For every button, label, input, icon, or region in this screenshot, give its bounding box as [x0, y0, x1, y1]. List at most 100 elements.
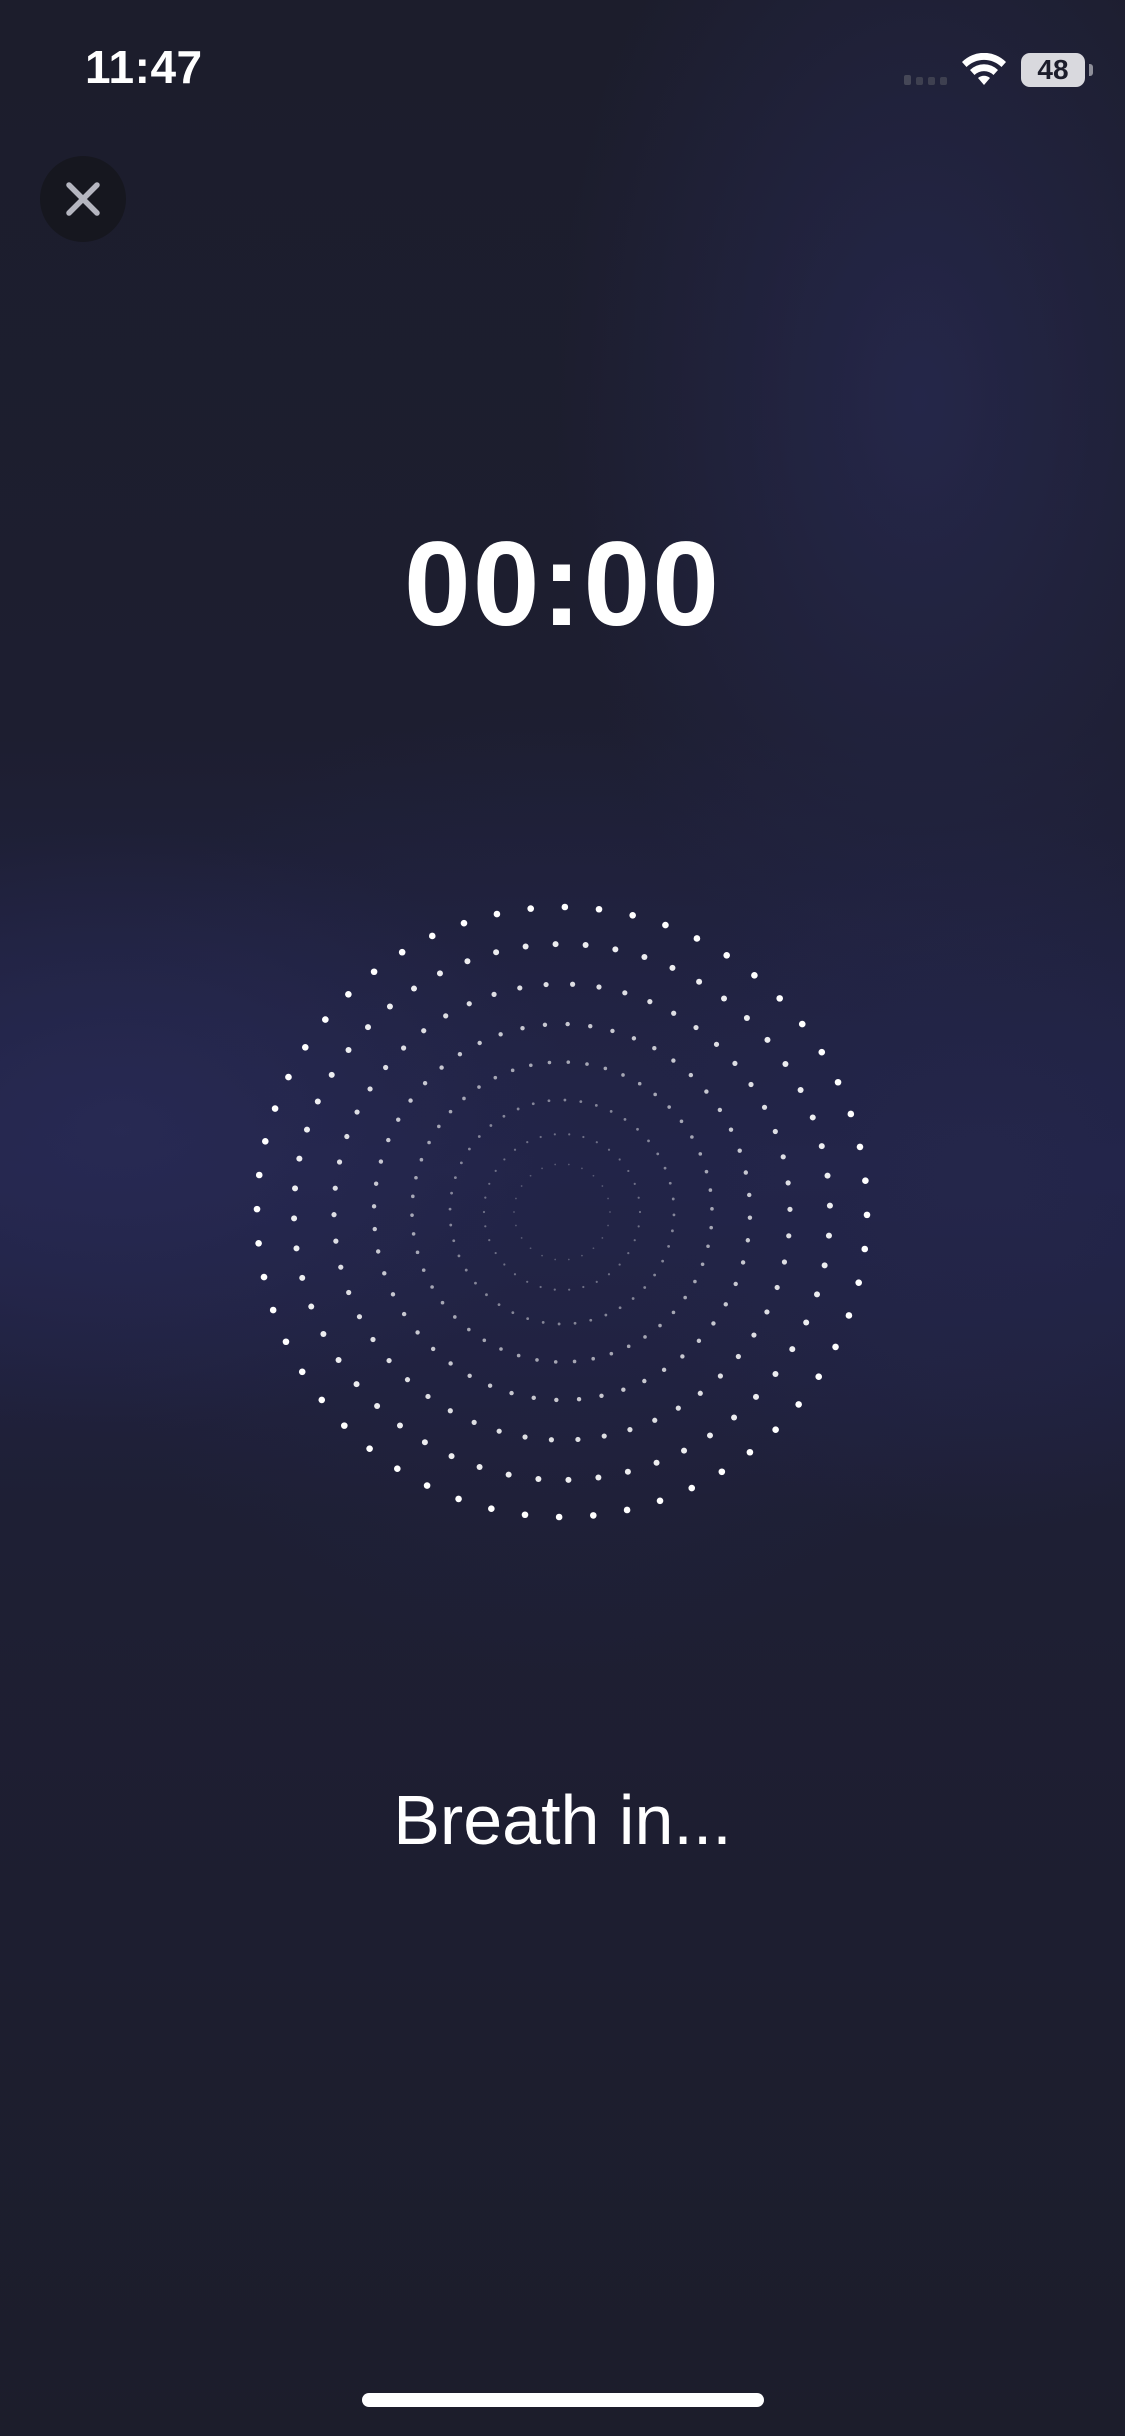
breath-dot [427, 1140, 431, 1145]
breath-dot [733, 1281, 738, 1287]
breath-dot [526, 1141, 529, 1144]
breath-dot [746, 1448, 754, 1456]
breath-dot [589, 1318, 593, 1322]
breath-dot [344, 1133, 350, 1140]
breath-dot [581, 1254, 583, 1257]
breath-dot [671, 1229, 674, 1233]
breath-dot [373, 1181, 379, 1186]
breath-dot [629, 912, 636, 919]
breath-dot [603, 1066, 608, 1071]
breath-dot [795, 1401, 802, 1408]
breath-dot [708, 1188, 713, 1192]
breath-dot [675, 1405, 681, 1411]
breath-dot [732, 1060, 738, 1067]
breath-dot [526, 1317, 530, 1321]
breath-dot [751, 1332, 757, 1338]
breath-dot [527, 905, 534, 912]
breath-dot [656, 1497, 664, 1505]
breath-dot [847, 1110, 855, 1118]
breath-dot [713, 1041, 720, 1047]
breath-dot [554, 1163, 557, 1166]
breath-dot [331, 1212, 337, 1218]
breath-dot [453, 1176, 457, 1180]
breath-dot [437, 1124, 441, 1129]
breath-dot [656, 1152, 660, 1156]
breath-dot [706, 1244, 710, 1249]
breath-dot [698, 1152, 703, 1156]
breath-dot [595, 1474, 602, 1481]
breath-dot [704, 1089, 709, 1094]
breath-dot [464, 1268, 468, 1272]
breath-dot [582, 1285, 585, 1289]
breath-dot [604, 1313, 608, 1317]
breath-dot [818, 1143, 825, 1150]
breath-dot [494, 1251, 497, 1255]
breath-dot [747, 1192, 752, 1198]
battery-level: 48 [1037, 54, 1069, 85]
breath-dot [653, 1273, 657, 1277]
breath-dot [693, 1024, 699, 1031]
breath-dot [696, 1338, 702, 1344]
breath-dot [785, 1180, 791, 1186]
breath-dot [477, 1040, 482, 1046]
breath-dot [772, 1371, 779, 1378]
breath-dot [803, 1319, 810, 1326]
breath-dot [328, 1071, 335, 1078]
breath-dot [553, 1133, 556, 1136]
breath-dot [638, 1210, 642, 1214]
breath-dot [535, 1358, 539, 1362]
breath-dot [743, 1170, 749, 1175]
breath-dot [345, 1046, 352, 1053]
breath-dot [515, 1197, 517, 1200]
breath-dot [366, 1445, 373, 1452]
breath-dot [292, 1185, 299, 1192]
breath-dot [636, 1127, 639, 1131]
breath-dot [590, 1512, 597, 1519]
breath-dot [493, 1075, 498, 1080]
breath-dot [570, 981, 576, 987]
breath-instruction: Breath in... [393, 1781, 732, 1859]
breath-dot [513, 1211, 515, 1213]
breath-dot [581, 1167, 583, 1170]
breath-dot [371, 1204, 377, 1209]
breath-dot [491, 991, 497, 997]
breath-dot [627, 1251, 630, 1255]
breath-dot [751, 972, 758, 979]
breath-dot [293, 1245, 300, 1252]
breath-dot [599, 1393, 604, 1399]
breath-dot [653, 1092, 657, 1097]
breath-dot [821, 1262, 828, 1269]
breath-dot [255, 1171, 263, 1179]
breath-dot [690, 1135, 694, 1139]
breath-dot [710, 1207, 714, 1211]
breath-dot [688, 1484, 696, 1492]
breath-dot [566, 1060, 571, 1064]
breath-dot [575, 1436, 581, 1443]
breath-dot [610, 1028, 615, 1034]
breath-dot [772, 1128, 778, 1135]
breath-dot [552, 941, 559, 948]
breath-dot [643, 1286, 647, 1289]
breath-dot [789, 1346, 796, 1353]
breathing-dots-animation [253, 903, 871, 1521]
breath-dot [671, 1010, 677, 1016]
breath-dot [497, 1303, 501, 1307]
breath-dot [633, 1239, 636, 1242]
breath-dot [565, 1021, 570, 1027]
close-button[interactable] [40, 156, 126, 242]
breath-dot [335, 1356, 342, 1363]
breath-dot [320, 1331, 327, 1338]
breath-dot [618, 1263, 621, 1266]
breath-dot [516, 1107, 520, 1111]
breath-dot [553, 1288, 556, 1291]
home-indicator[interactable] [362, 2393, 764, 2407]
breath-dot [815, 1373, 823, 1380]
breath-dot [553, 1360, 558, 1364]
breath-dot [572, 1359, 577, 1364]
breath-dot [401, 1045, 407, 1051]
breath-dot [623, 1506, 631, 1514]
breath-dot [415, 1250, 420, 1255]
breath-dot [594, 1103, 598, 1107]
breath-dot [753, 1393, 759, 1400]
breath-dot [780, 1154, 786, 1160]
